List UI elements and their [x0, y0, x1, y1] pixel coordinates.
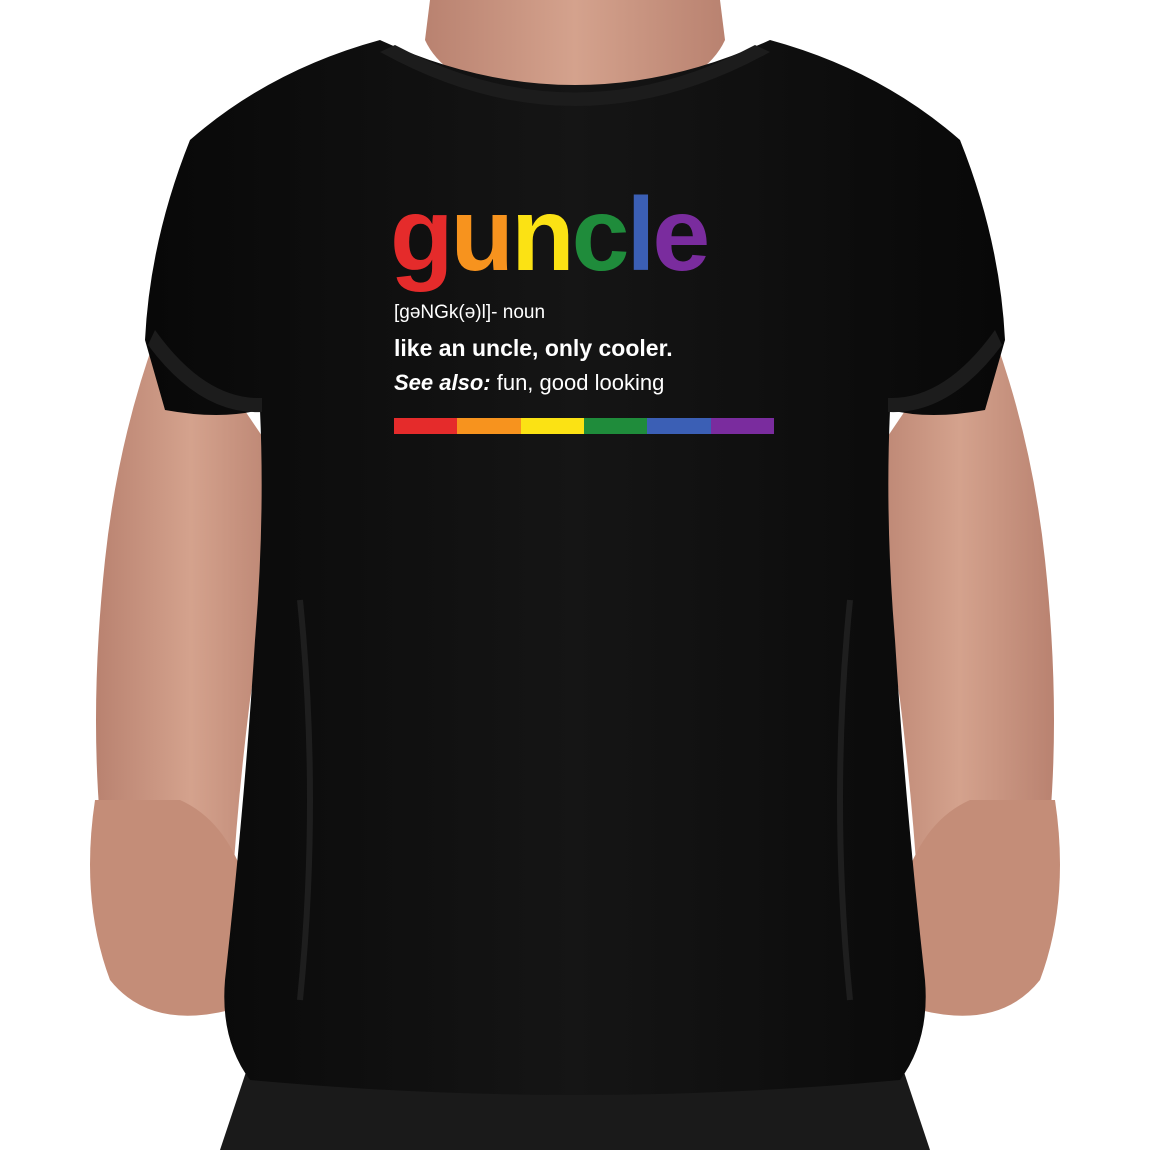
stripe-band-1	[394, 418, 458, 434]
part-of-speech: - noun	[491, 302, 546, 323]
shirt-print: guncle [gəNGk(ə)l]- noun like an uncle, …	[390, 177, 780, 450]
pronunciation-text: [gəNGk(ə)l]	[394, 302, 492, 323]
print-definition: like an uncle, only cooler.	[394, 335, 673, 361]
print-pronunciation: [gəNGk(ə)l]- noun	[394, 302, 545, 324]
see-also-text: fun, good looking	[490, 370, 665, 395]
letter-n: n	[511, 177, 575, 293]
letter-g: g	[390, 177, 454, 293]
rainbow-stripe	[394, 418, 774, 434]
product-photo: guncle [gəNGk(ə)l]- noun like an uncle, …	[0, 0, 1150, 1150]
stripe-band-3	[520, 418, 584, 434]
stripe-band-6	[710, 418, 774, 434]
letter-c: c	[571, 177, 630, 293]
stripe-band-2	[457, 418, 521, 434]
stripe-band-5	[647, 418, 711, 434]
letter-l: l	[626, 177, 655, 293]
letter-u: u	[450, 177, 515, 293]
print-see-also: See also: fun, good looking	[394, 370, 664, 396]
model-figure	[90, 0, 1060, 1150]
stripe-band-4	[583, 418, 648, 434]
letter-e: e	[652, 177, 710, 293]
see-also-label: See also:	[394, 370, 491, 395]
print-word-guncle: guncle	[390, 177, 710, 293]
